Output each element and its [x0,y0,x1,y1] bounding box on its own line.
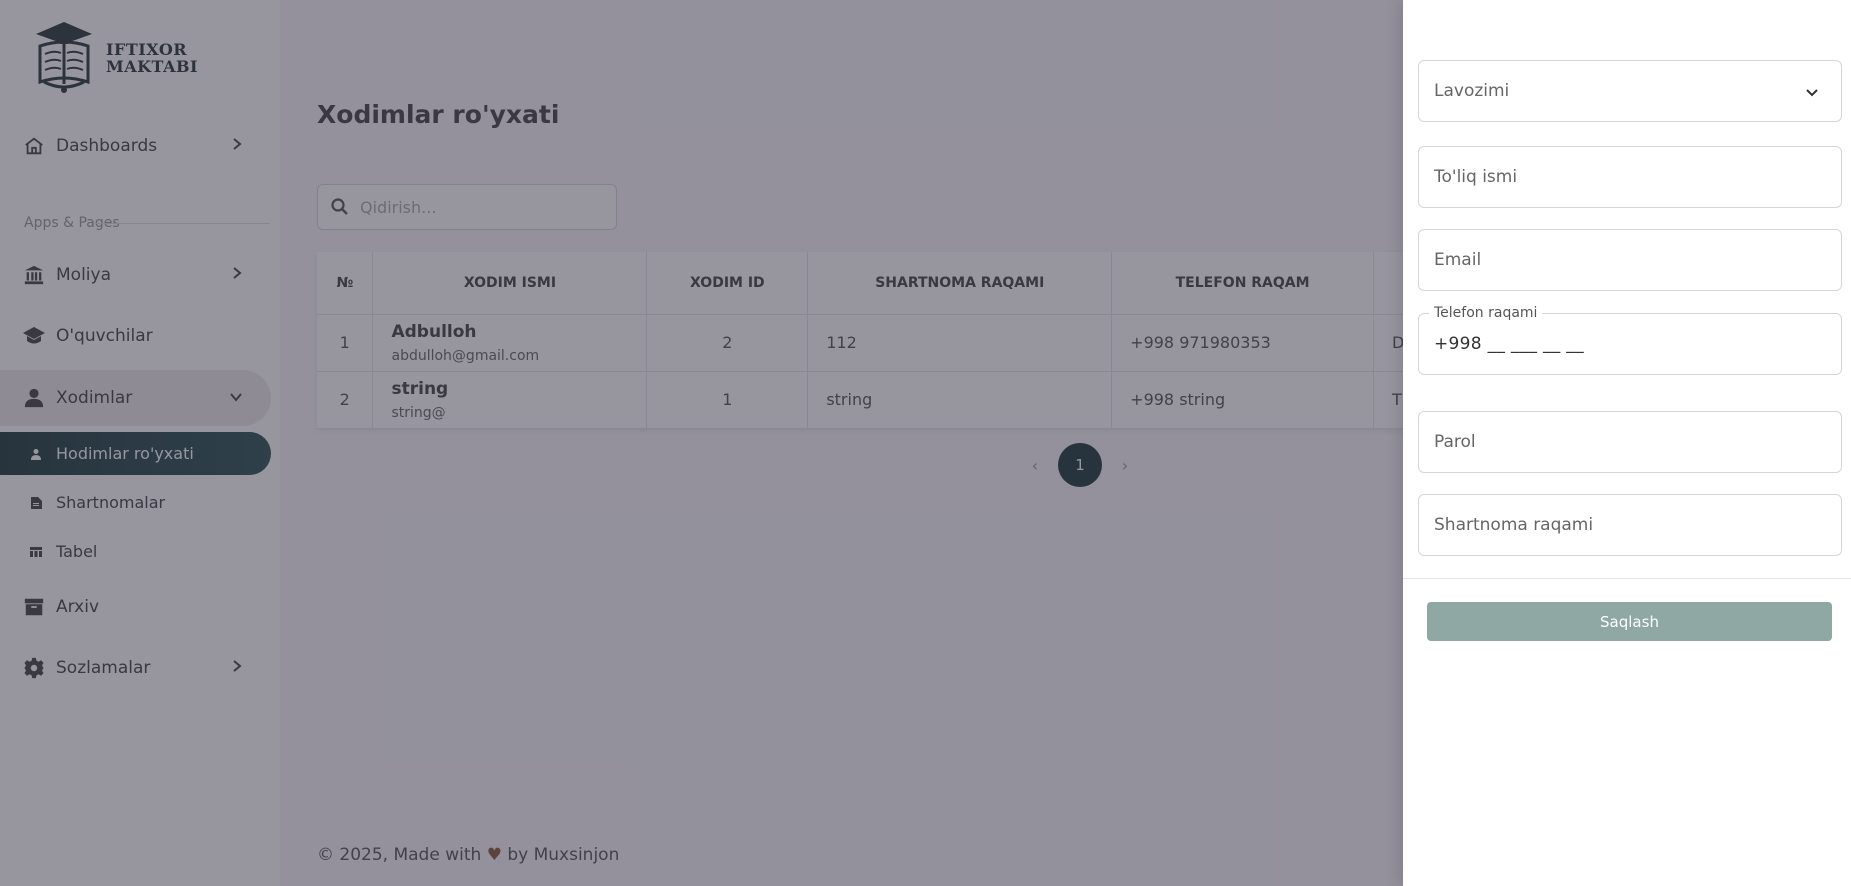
drawer-divider [1403,578,1851,579]
save-button[interactable]: Saqlash [1427,602,1832,641]
password-field[interactable]: Parol [1418,411,1842,473]
position-select[interactable]: Lavozimi [1418,60,1842,122]
phone-field-value: +998 __ ___ __ __ [1434,334,1584,354]
contract-number-field[interactable]: Shartnoma raqami [1418,494,1842,556]
position-select-placeholder: Lavozimi [1434,81,1510,101]
full-name-placeholder: To'liq ismi [1434,167,1518,187]
phone-field[interactable]: Telefon raqami +998 __ ___ __ __ [1418,305,1842,375]
chevron-down-icon [1805,83,1819,103]
email-field[interactable]: Email [1418,229,1842,291]
add-employee-drawer: Lavozimi To'liq ismi Email Telefon raqam… [1403,0,1851,886]
contract-number-placeholder: Shartnoma raqami [1434,515,1594,535]
phone-field-label: Telefon raqami [1429,305,1543,321]
full-name-field[interactable]: To'liq ismi [1418,146,1842,208]
email-placeholder: Email [1434,250,1482,270]
password-placeholder: Parol [1434,432,1476,452]
